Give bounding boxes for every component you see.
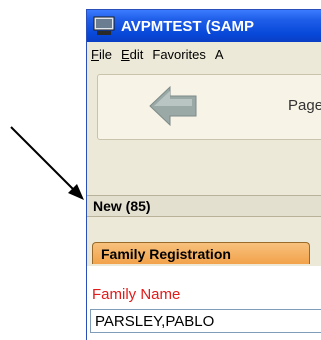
- family-name-field[interactable]: [90, 309, 321, 333]
- toolbar: Page: [87, 68, 321, 150]
- menu-file[interactable]: File: [91, 47, 112, 62]
- menu-edit[interactable]: Edit: [121, 47, 143, 62]
- title-bar[interactable]: AVPMTEST (SAMP: [87, 10, 321, 42]
- menu-bar: File Edit Favorites A: [87, 42, 321, 66]
- menu-a[interactable]: A: [215, 47, 224, 62]
- family-form: Family Name: [87, 266, 321, 340]
- tab-strip: Family Registration: [87, 236, 321, 266]
- page-label: Page: [288, 97, 321, 114]
- app-window: AVPMTEST (SAMP File Edit Favorites A Pag…: [86, 9, 321, 340]
- menu-favorites[interactable]: Favorites: [152, 47, 205, 62]
- window-title: AVPMTEST (SAMP: [121, 17, 255, 35]
- status-new-count: New (85): [87, 195, 321, 217]
- tab-family-registration[interactable]: Family Registration: [92, 242, 310, 264]
- toolbar-panel: Page: [97, 74, 321, 140]
- family-name-label: Family Name: [92, 286, 181, 303]
- back-arrow-icon[interactable]: [148, 85, 198, 127]
- monitor-icon: [93, 16, 115, 35]
